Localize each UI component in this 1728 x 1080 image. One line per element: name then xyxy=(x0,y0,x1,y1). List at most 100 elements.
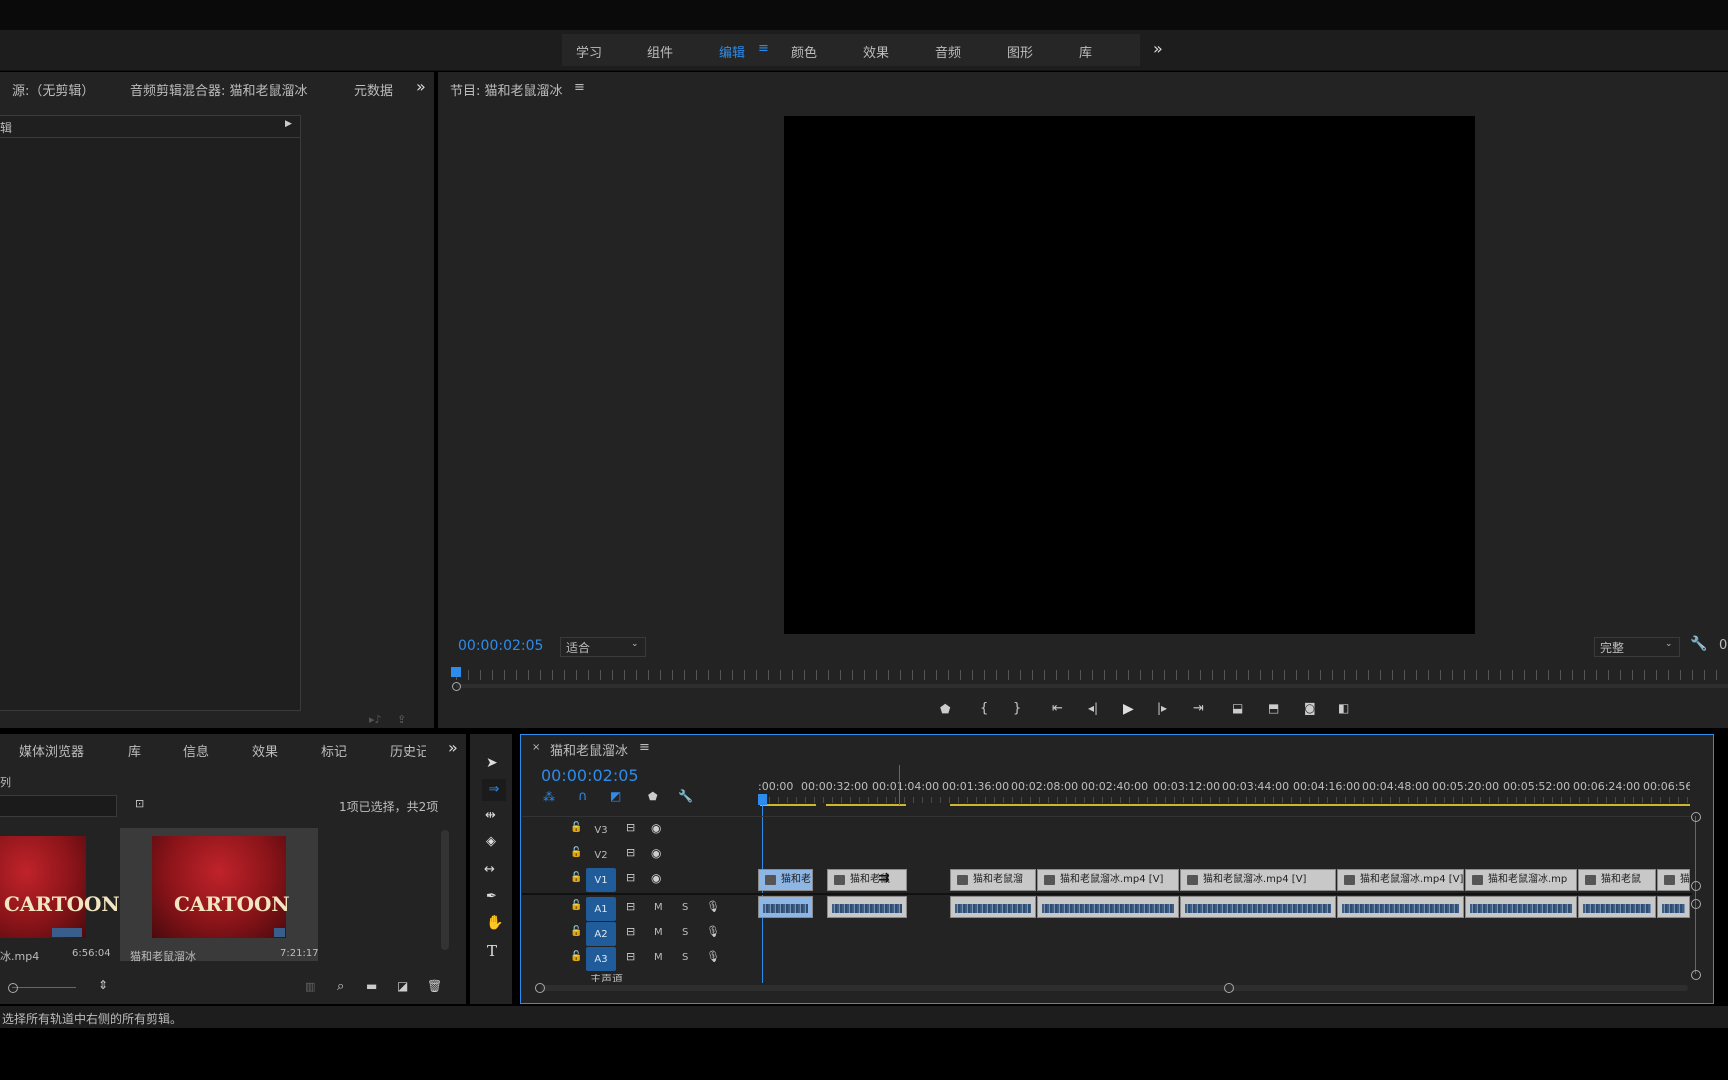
selection-tool-icon[interactable]: ➤ xyxy=(486,755,498,771)
vertical-scroll-handle[interactable] xyxy=(1691,970,1701,980)
horizontal-zoom-handle-left[interactable] xyxy=(535,983,545,993)
mute-button[interactable]: M xyxy=(654,902,663,913)
workspace-tab-editing[interactable]: 编辑 xyxy=(719,42,745,61)
work-area-bar[interactable] xyxy=(950,804,1690,806)
source-expand-icon[interactable]: ▶ xyxy=(285,119,292,129)
step-back-icon[interactable]: ◂| xyxy=(1088,701,1098,715)
go-to-out-icon[interactable]: ⇥ xyxy=(1193,701,1204,716)
workspace-tab-effects[interactable]: 效果 xyxy=(863,42,889,61)
solo-button[interactable]: S xyxy=(682,952,688,963)
program-scrub-ruler[interactable] xyxy=(456,670,1728,680)
zoom-slider-track[interactable] xyxy=(12,987,76,988)
workspace-tab-audio[interactable]: 音频 xyxy=(935,42,961,61)
workspace-tab-color[interactable]: 颜色 xyxy=(791,42,817,61)
audio-clip[interactable] xyxy=(827,896,907,918)
eye-icon[interactable]: ◉ xyxy=(651,871,661,885)
sort-icon[interactable]: ⇕ xyxy=(98,978,108,992)
sync-lock-icon[interactable]: ⊟ xyxy=(626,925,635,938)
program-zoom-handle[interactable] xyxy=(452,682,461,691)
track-label-v2[interactable]: V2 xyxy=(586,844,616,866)
sync-lock-icon[interactable]: ⊟ xyxy=(626,846,635,859)
track-label-v1[interactable]: V1 xyxy=(586,868,616,892)
audio-clip[interactable] xyxy=(758,896,813,918)
audio-clip[interactable] xyxy=(1578,896,1656,918)
close-sequence-icon[interactable]: × xyxy=(532,742,540,753)
work-area-bar[interactable] xyxy=(760,804,816,806)
program-playhead[interactable] xyxy=(451,667,461,677)
lock-icon[interactable]: 🔓 xyxy=(570,900,582,911)
sync-lock-icon[interactable]: ⊟ xyxy=(626,950,635,963)
work-area-bar[interactable] xyxy=(826,804,906,806)
audio-clip[interactable] xyxy=(1180,896,1336,918)
program-timecode[interactable]: 00:00:02:05 xyxy=(458,638,543,654)
delete-icon[interactable]: 🗑 xyxy=(427,979,442,993)
microphone-icon[interactable]: 🎙 xyxy=(706,950,720,963)
workspace-menu-icon[interactable]: ≡ xyxy=(758,41,769,56)
project-item-1[interactable]: CARTOON 冰.mp4 6:56:04 xyxy=(0,828,120,963)
workspace-tab-graphics[interactable]: 图形 xyxy=(1007,42,1033,61)
play-icon[interactable]: ▶ xyxy=(1123,701,1134,717)
workspace-tab-libraries[interactable]: 库 xyxy=(1079,42,1092,61)
project-item-2[interactable]: CARTOON 猫和老鼠溜冰 7:21:17 xyxy=(120,828,319,963)
track-label-a1[interactable]: A1 xyxy=(586,897,616,921)
project-scrollbar[interactable] xyxy=(441,830,449,950)
tab-history[interactable]: 历史记 xyxy=(390,741,426,760)
new-item-icon[interactable]: ◪ xyxy=(397,979,408,993)
find-icon[interactable]: ⌕ xyxy=(337,979,344,994)
mark-in-icon[interactable]: { xyxy=(980,701,988,716)
zoom-slider-handle[interactable] xyxy=(8,983,18,993)
pen-tool-icon[interactable]: ✒ xyxy=(486,889,497,904)
tab-libraries[interactable]: 库 xyxy=(128,741,141,760)
snap-magnet-icon[interactable]: ∩ xyxy=(578,789,588,804)
project-search-input[interactable] xyxy=(0,795,117,817)
track-label-v3[interactable]: V3 xyxy=(586,819,616,841)
sequence-tab[interactable]: 猫和老鼠溜冰 xyxy=(550,740,628,759)
comparison-view-icon[interactable]: ◧ xyxy=(1338,701,1349,715)
ripple-edit-tool-icon[interactable]: ⇹ xyxy=(485,808,496,823)
linked-selection-icon[interactable]: ◩ xyxy=(610,789,621,803)
audio-clip[interactable] xyxy=(1465,896,1577,918)
microphone-icon[interactable]: 🎙 xyxy=(706,900,720,913)
audio-clip[interactable] xyxy=(1337,896,1464,918)
lift-icon[interactable]: ⬓ xyxy=(1232,701,1243,715)
eye-icon[interactable]: ◉ xyxy=(651,821,661,835)
program-zoom-bar[interactable] xyxy=(456,684,1728,688)
lock-icon[interactable]: 🔓 xyxy=(570,872,582,883)
timeline-horizontal-zoom-bar[interactable] xyxy=(540,985,1688,991)
microphone-icon[interactable]: 🎙 xyxy=(706,925,720,938)
workspace-tab-learn[interactable]: 学习 xyxy=(576,42,602,61)
vertical-scroll-handle[interactable] xyxy=(1691,812,1701,822)
source-insert-icon[interactable]: ▸♪ xyxy=(369,713,382,726)
lock-icon[interactable]: 🔓 xyxy=(570,822,582,833)
eye-icon[interactable]: ◉ xyxy=(651,846,661,860)
hand-tool-icon[interactable]: ✋ xyxy=(486,915,503,931)
timeline-playhead-head[interactable] xyxy=(758,794,767,805)
tab-audio-clip-mixer[interactable]: 音频剪辑混合器: 猫和老鼠溜冰 xyxy=(130,80,308,99)
sync-lock-icon[interactable]: ⊟ xyxy=(626,900,635,913)
export-frame-camera-icon[interactable]: ◙ xyxy=(1304,701,1316,715)
timeline-vertical-scroll[interactable] xyxy=(1695,816,1696,974)
horizontal-zoom-handle-right[interactable] xyxy=(1224,983,1234,993)
source-export-icon[interactable]: ⇪ xyxy=(397,713,406,726)
type-tool-icon[interactable]: T xyxy=(487,942,497,960)
tab-source[interactable]: 源:（无剪辑） xyxy=(12,80,94,99)
nest-toggle-icon[interactable]: ⁂ xyxy=(543,790,555,804)
program-monitor-title[interactable]: 节目: 猫和老鼠溜冰 xyxy=(450,80,563,99)
video-clip[interactable]: 猫和老 xyxy=(758,869,813,891)
solo-button[interactable]: S xyxy=(682,902,688,913)
automate-to-sequence-icon[interactable]: ▥ xyxy=(305,980,315,993)
tab-metadata[interactable]: 元数据 xyxy=(354,80,393,99)
audio-clip[interactable] xyxy=(1657,896,1690,918)
lock-icon[interactable]: 🔓 xyxy=(570,926,582,937)
project-more-icon[interactable]: » xyxy=(448,738,458,757)
tab-media-browser[interactable]: 媒体浏览器 xyxy=(19,741,84,760)
razor-tool-icon[interactable]: ◈ xyxy=(486,834,496,849)
workspace-tab-assembly[interactable]: 组件 xyxy=(647,42,673,61)
mark-out-icon[interactable]: } xyxy=(1013,701,1021,716)
video-clip[interactable]: 猫和老鼠 xyxy=(1578,869,1656,891)
program-menu-icon[interactable]: ≡ xyxy=(574,80,585,95)
go-to-in-icon[interactable]: ⇤ xyxy=(1052,701,1063,716)
mute-button[interactable]: M xyxy=(654,952,663,963)
wrench-icon[interactable]: 🔧 xyxy=(1690,636,1707,652)
sync-lock-icon[interactable]: ⊟ xyxy=(626,871,635,884)
